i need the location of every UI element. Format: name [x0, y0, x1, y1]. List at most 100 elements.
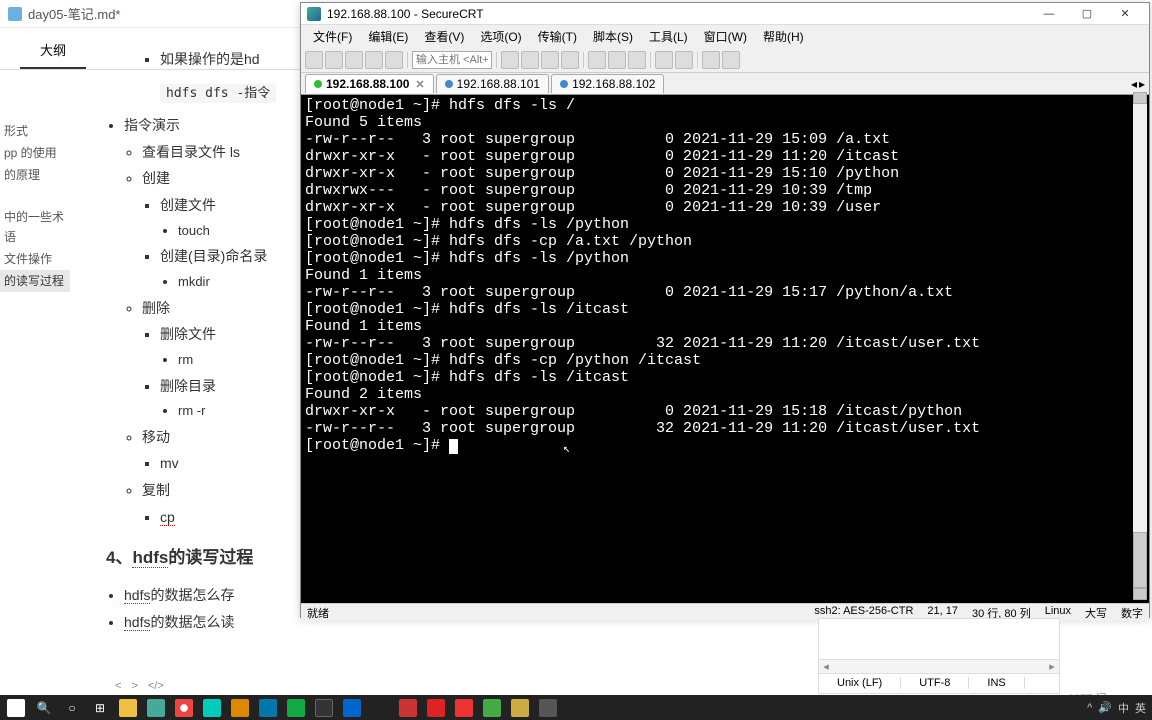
outline-item[interactable]: 指令演示 [124, 112, 300, 139]
toolbar-btn[interactable] [588, 51, 606, 69]
app-icon[interactable] [142, 697, 170, 719]
sb-item-active[interactable]: 的读写过程 [0, 270, 70, 292]
terminal-output[interactable]: [root@node1 ~]# hdfs dfs -ls / Found 5 i… [301, 95, 1149, 603]
vscode-icon[interactable] [254, 697, 282, 719]
maximize-button[interactable]: ▢ [1069, 4, 1105, 24]
terminal-scrollbar[interactable] [1133, 92, 1147, 600]
toolbar-btn[interactable] [345, 51, 363, 69]
h-scrollbar[interactable]: ◂ ▸ [819, 659, 1059, 673]
outline-item[interactable]: rm -r [178, 399, 300, 424]
scroll-down-icon[interactable] [1133, 588, 1147, 600]
toolbar-btn[interactable] [608, 51, 626, 69]
sb-item[interactable]: 形式 [0, 120, 70, 142]
toolbar-btn[interactable] [655, 51, 673, 69]
status-dot-icon [314, 80, 322, 88]
toolbar-btn[interactable] [305, 51, 323, 69]
outline-item[interactable]: cp [160, 504, 300, 531]
tab-prev-icon[interactable]: ◂ [1131, 77, 1137, 91]
outline-item[interactable]: mkdir [178, 270, 300, 295]
scroll-left-icon[interactable]: ◂ [819, 660, 833, 673]
outline-tab[interactable]: 大纲 [20, 32, 86, 69]
toolbar-btn[interactable] [628, 51, 646, 69]
tray-icon[interactable]: ^ [1087, 702, 1092, 714]
outline-item[interactable]: 复制 [142, 477, 300, 504]
window-title: 192.168.88.100 - SecureCRT [327, 7, 1031, 21]
nav-fwd-icon[interactable]: > [131, 680, 137, 692]
toolbar-btn[interactable] [541, 51, 559, 69]
chrome-icon[interactable] [170, 697, 198, 719]
outline-item[interactable]: 移动 [142, 424, 300, 451]
menu-tools[interactable]: 工具(L) [641, 26, 696, 47]
title-bar[interactable]: 192.168.88.100 - SecureCRT — ▢ ✕ [301, 3, 1149, 25]
menu-file[interactable]: 文件(F) [305, 26, 360, 47]
nav-back-icon[interactable]: < [115, 680, 121, 692]
close-button[interactable]: ✕ [1107, 4, 1143, 24]
toolbar-btn[interactable] [325, 51, 343, 69]
outline-item[interactable]: 创建文件 [160, 192, 300, 219]
tab-close-icon[interactable]: ✕ [415, 78, 424, 91]
cortana-icon[interactable]: ○ [58, 697, 86, 719]
outline-item[interactable]: mv [160, 450, 300, 477]
outline-item[interactable]: 删除目录 [160, 373, 300, 400]
tray-icon[interactable]: 中 [1118, 700, 1129, 716]
app-icon[interactable] [422, 697, 450, 719]
outline-item[interactable]: 查看目录文件 ls [142, 139, 300, 166]
app-icon[interactable] [394, 697, 422, 719]
minimize-button[interactable]: — [1031, 4, 1067, 24]
menu-window[interactable]: 窗口(W) [696, 26, 755, 47]
code-icon[interactable]: </> [148, 680, 164, 692]
toolbar-btn[interactable] [702, 51, 720, 69]
menu-help[interactable]: 帮助(H) [755, 26, 812, 47]
app-icon[interactable] [310, 697, 338, 719]
menu-transfer[interactable]: 传输(T) [530, 26, 585, 47]
tray-ime-icon[interactable]: 英 [1135, 700, 1146, 716]
sb-item[interactable]: pp 的使用 [0, 142, 70, 164]
sb-item[interactable]: 的原理 [0, 164, 70, 186]
app-icon[interactable] [506, 697, 534, 719]
outline-item[interactable]: 创建(目录)命名录 [160, 243, 300, 270]
outline-item[interactable]: 创建 [142, 165, 300, 192]
menu-view[interactable]: 查看(V) [416, 26, 472, 47]
app-icon[interactable] [226, 697, 254, 719]
app-icon[interactable] [478, 697, 506, 719]
toolbar-btn[interactable] [385, 51, 403, 69]
menu-script[interactable]: 脚本(S) [585, 26, 641, 47]
app-icon[interactable] [450, 697, 478, 719]
tray-icon[interactable]: 🔊 [1098, 701, 1112, 714]
toolbar-btn[interactable] [365, 51, 383, 69]
system-tray[interactable]: ^ 🔊 中 英 [1087, 700, 1150, 716]
session-tab[interactable]: 192.168.88.101 [436, 74, 549, 93]
taskview-icon[interactable]: ⊞ [86, 697, 114, 719]
pycharm-icon[interactable] [282, 697, 310, 719]
menu-options[interactable]: 选项(O) [472, 26, 529, 47]
outline-item[interactable]: 如果操作的是hd [160, 46, 300, 73]
app-icon[interactable] [534, 697, 562, 719]
session-tab-active[interactable]: 192.168.88.100 ✕ [305, 74, 434, 93]
explorer-icon[interactable] [114, 697, 142, 719]
scroll-thumb[interactable] [1133, 532, 1147, 588]
start-button[interactable] [2, 697, 30, 719]
host-input[interactable] [412, 51, 492, 69]
toolbar-btn[interactable] [561, 51, 579, 69]
sub-item[interactable]: hdfs的数据怎么存 [124, 582, 300, 609]
sub-item[interactable]: hdfs的数据怎么读 [124, 609, 300, 636]
sb-item[interactable]: 中的一些术语 [0, 206, 70, 248]
outline-item[interactable]: rm [178, 348, 300, 373]
outline-item[interactable]: 删除文件 [160, 321, 300, 348]
scroll-right-icon[interactable]: ▸ [1045, 660, 1059, 673]
scroll-up-icon[interactable] [1133, 92, 1147, 104]
toolbar-btn[interactable] [675, 51, 693, 69]
menu-edit[interactable]: 编辑(E) [360, 26, 416, 47]
toolbar-btn[interactable] [501, 51, 519, 69]
toolbar-btn[interactable] [521, 51, 539, 69]
search-icon[interactable]: 🔍 [30, 697, 58, 719]
outline-item[interactable]: 删除 [142, 295, 300, 322]
outline-item[interactable]: touch [178, 219, 300, 244]
session-tab[interactable]: 192.168.88.102 [551, 74, 664, 93]
app-icon[interactable] [338, 697, 366, 719]
toolbar-btn[interactable] [722, 51, 740, 69]
tab-next-icon[interactable]: ▸ [1139, 77, 1145, 91]
app-icon[interactable] [366, 697, 394, 719]
sb-item[interactable]: 文件操作 [0, 248, 70, 270]
edge-icon[interactable] [198, 697, 226, 719]
